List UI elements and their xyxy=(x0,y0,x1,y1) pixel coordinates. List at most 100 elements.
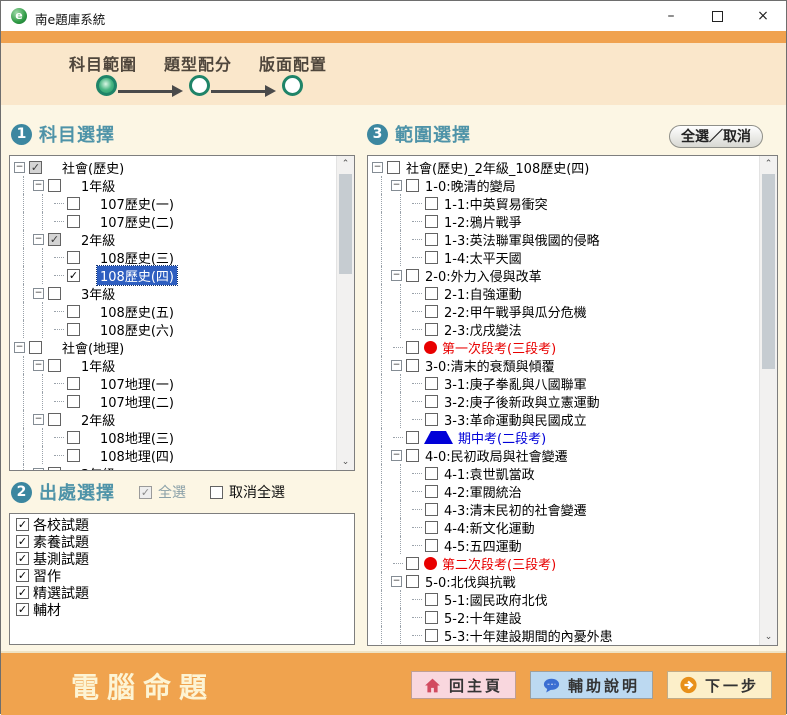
checkbox[interactable] xyxy=(48,359,61,372)
checkbox[interactable] xyxy=(425,593,438,606)
tree-item-label[interactable]: 5-3:十年建設期間的內憂外患 xyxy=(441,626,616,645)
tree-item-label[interactable]: 3-3:革命運動與民國成立 xyxy=(441,410,590,429)
checkbox[interactable] xyxy=(425,467,438,480)
tree-row[interactable]: 4-4:新文化運動 xyxy=(372,518,759,536)
expand-toggle-icon[interactable]: − xyxy=(372,162,385,173)
checkbox[interactable] xyxy=(67,395,80,408)
tree-row[interactable]: 期中考(二段考) xyxy=(372,428,759,446)
checkbox[interactable] xyxy=(67,305,80,318)
tree-item-label[interactable]: 1-4:太平天國 xyxy=(441,248,525,267)
tree-row[interactable]: 2-3:戊戌變法 xyxy=(372,320,759,338)
tree-row[interactable]: −3-0:清末的衰頹與傾覆 xyxy=(372,356,759,374)
tree-row[interactable]: −3年級 xyxy=(14,464,336,471)
checkbox[interactable] xyxy=(425,197,438,210)
tree-row[interactable]: 5-2:十年建設 xyxy=(372,608,759,626)
checkbox[interactable] xyxy=(425,233,438,246)
checkbox[interactable] xyxy=(48,287,61,300)
tree-row[interactable]: 1-4:太平天國 xyxy=(372,248,759,266)
checkbox[interactable] xyxy=(67,377,80,390)
source-list-item[interactable]: 輔材 xyxy=(12,601,352,618)
checkbox[interactable] xyxy=(425,215,438,228)
checkbox[interactable] xyxy=(425,251,438,264)
tree-row[interactable]: − 社會(歷史) xyxy=(14,158,336,176)
checkbox[interactable] xyxy=(406,341,419,354)
tree-row[interactable]: 107歷史(一) xyxy=(14,194,336,212)
expand-toggle-icon[interactable]: − xyxy=(14,162,27,173)
tree-row[interactable]: 5-1:國民政府北伐 xyxy=(372,590,759,608)
checkbox[interactable] xyxy=(425,323,438,336)
expand-toggle-icon[interactable]: − xyxy=(391,360,404,371)
tree-row[interactable]: −1年級 xyxy=(14,176,336,194)
checkbox[interactable] xyxy=(406,179,419,192)
tree-row[interactable]: 3-1:庚子拳亂與八國聯軍 xyxy=(372,374,759,392)
tree-item-label[interactable]: 2-1:自強運動 xyxy=(441,284,525,303)
subject-tree-scrollbar[interactable]: ⌃ ⌄ xyxy=(336,156,354,470)
tree-item-label[interactable]: 社會(歷史)_2年級_108歷史(四) xyxy=(403,158,592,177)
checkbox-checked-icon[interactable] xyxy=(139,486,152,499)
tree-item-label[interactable]: 3-1:庚子拳亂與八國聯軍 xyxy=(441,374,590,393)
scroll-up-icon[interactable]: ⌃ xyxy=(760,156,777,172)
checkbox[interactable] xyxy=(67,215,80,228)
maximize-button[interactable] xyxy=(707,6,727,26)
close-button[interactable]: × xyxy=(753,6,773,26)
checkbox[interactable] xyxy=(425,305,438,318)
tree-row[interactable]: −1-0:晚清的變局 xyxy=(372,176,759,194)
tree-item-label[interactable]: 5-1:國民政府北伐 xyxy=(441,590,551,609)
tree-item-label[interactable]: 4-4:新文化運動 xyxy=(441,518,538,537)
tree-row[interactable]: 108地理(三) xyxy=(14,428,336,446)
source-list-item[interactable]: 基測試題 xyxy=(12,550,352,567)
checkbox[interactable] xyxy=(406,359,419,372)
tree-row[interactable]: −2年級 xyxy=(14,230,336,248)
checkbox[interactable] xyxy=(425,503,438,516)
tree-row[interactable]: 4-1:袁世凱當政 xyxy=(372,464,759,482)
checkbox[interactable] xyxy=(425,287,438,300)
tree-row[interactable]: −1年級 xyxy=(14,356,336,374)
help-button[interactable]: 輔助說明 xyxy=(530,671,653,699)
tree-item-label[interactable]: 社會(地理) xyxy=(59,338,127,357)
select-all-checkbox[interactable]: 全選 xyxy=(137,482,186,502)
tree-item-label[interactable]: 第一次段考(三段考) xyxy=(439,338,559,357)
tree-item-label[interactable]: 108歷史(三) xyxy=(97,248,177,267)
tree-item-label[interactable]: 108歷史(六) xyxy=(97,320,177,339)
checkbox[interactable] xyxy=(406,449,419,462)
tree-item-label[interactable]: 5-2:十年建設 xyxy=(441,608,525,627)
source-list-item[interactable]: 素養試題 xyxy=(12,533,352,550)
tree-row[interactable]: 第一次段考(三段考) xyxy=(372,338,759,356)
expand-toggle-icon[interactable]: − xyxy=(391,450,404,461)
checkbox[interactable] xyxy=(406,431,419,444)
tree-item-label[interactable]: 3年級 xyxy=(78,464,118,472)
tree-item-label[interactable]: 107地理(二) xyxy=(97,392,177,411)
tree-item-label[interactable]: 期中考(二段考) xyxy=(455,428,549,447)
checkbox[interactable] xyxy=(406,575,419,588)
tree-item-label[interactable]: 1年級 xyxy=(78,356,118,375)
checkbox[interactable] xyxy=(425,521,438,534)
tree-row[interactable]: −2-0:外力入侵與改革 xyxy=(372,266,759,284)
tree-row[interactable]: 1-3:英法聯軍與俄國的侵略 xyxy=(372,230,759,248)
tree-item-label[interactable]: 2年級 xyxy=(78,230,118,249)
expand-toggle-icon[interactable]: − xyxy=(14,342,27,353)
tree-item-label[interactable]: 107歷史(二) xyxy=(97,212,177,231)
tree-item-label[interactable]: 5-0:北伐與抗戰 xyxy=(422,572,519,591)
checkbox[interactable] xyxy=(16,552,29,565)
tree-item-label[interactable]: 3-2:庚子後新政與立憲運動 xyxy=(441,392,603,411)
tree-item-label[interactable]: 社會(歷史) xyxy=(59,158,127,177)
checkbox[interactable] xyxy=(67,449,80,462)
tree-row[interactable]: 108歷史(五) xyxy=(14,302,336,320)
checkbox[interactable] xyxy=(67,323,80,336)
scrollbar-thumb[interactable] xyxy=(339,174,352,274)
tree-item-label[interactable]: 1-0:晚清的變局 xyxy=(422,176,519,195)
checkbox[interactable] xyxy=(67,431,80,444)
tree-row[interactable]: 3-3:革命運動與民國成立 xyxy=(372,410,759,428)
checkbox[interactable] xyxy=(67,197,80,210)
checkbox[interactable] xyxy=(425,485,438,498)
checkbox[interactable] xyxy=(387,161,400,174)
checkbox[interactable] xyxy=(48,413,61,426)
expand-toggle-icon[interactable]: − xyxy=(391,576,404,587)
tree-item-label[interactable]: 4-0:民初政局與社會變遷 xyxy=(422,446,571,465)
tree-item-label[interactable]: 1-1:中英貿易衝突 xyxy=(441,194,551,213)
tree-row[interactable]: 1-2:鴉片戰爭 xyxy=(372,212,759,230)
tree-item-label[interactable]: 4-2:軍閥統治 xyxy=(441,482,525,501)
checkbox[interactable] xyxy=(16,603,29,616)
tree-row[interactable]: 107地理(二) xyxy=(14,392,336,410)
scrollbar-thumb[interactable] xyxy=(762,174,775,369)
